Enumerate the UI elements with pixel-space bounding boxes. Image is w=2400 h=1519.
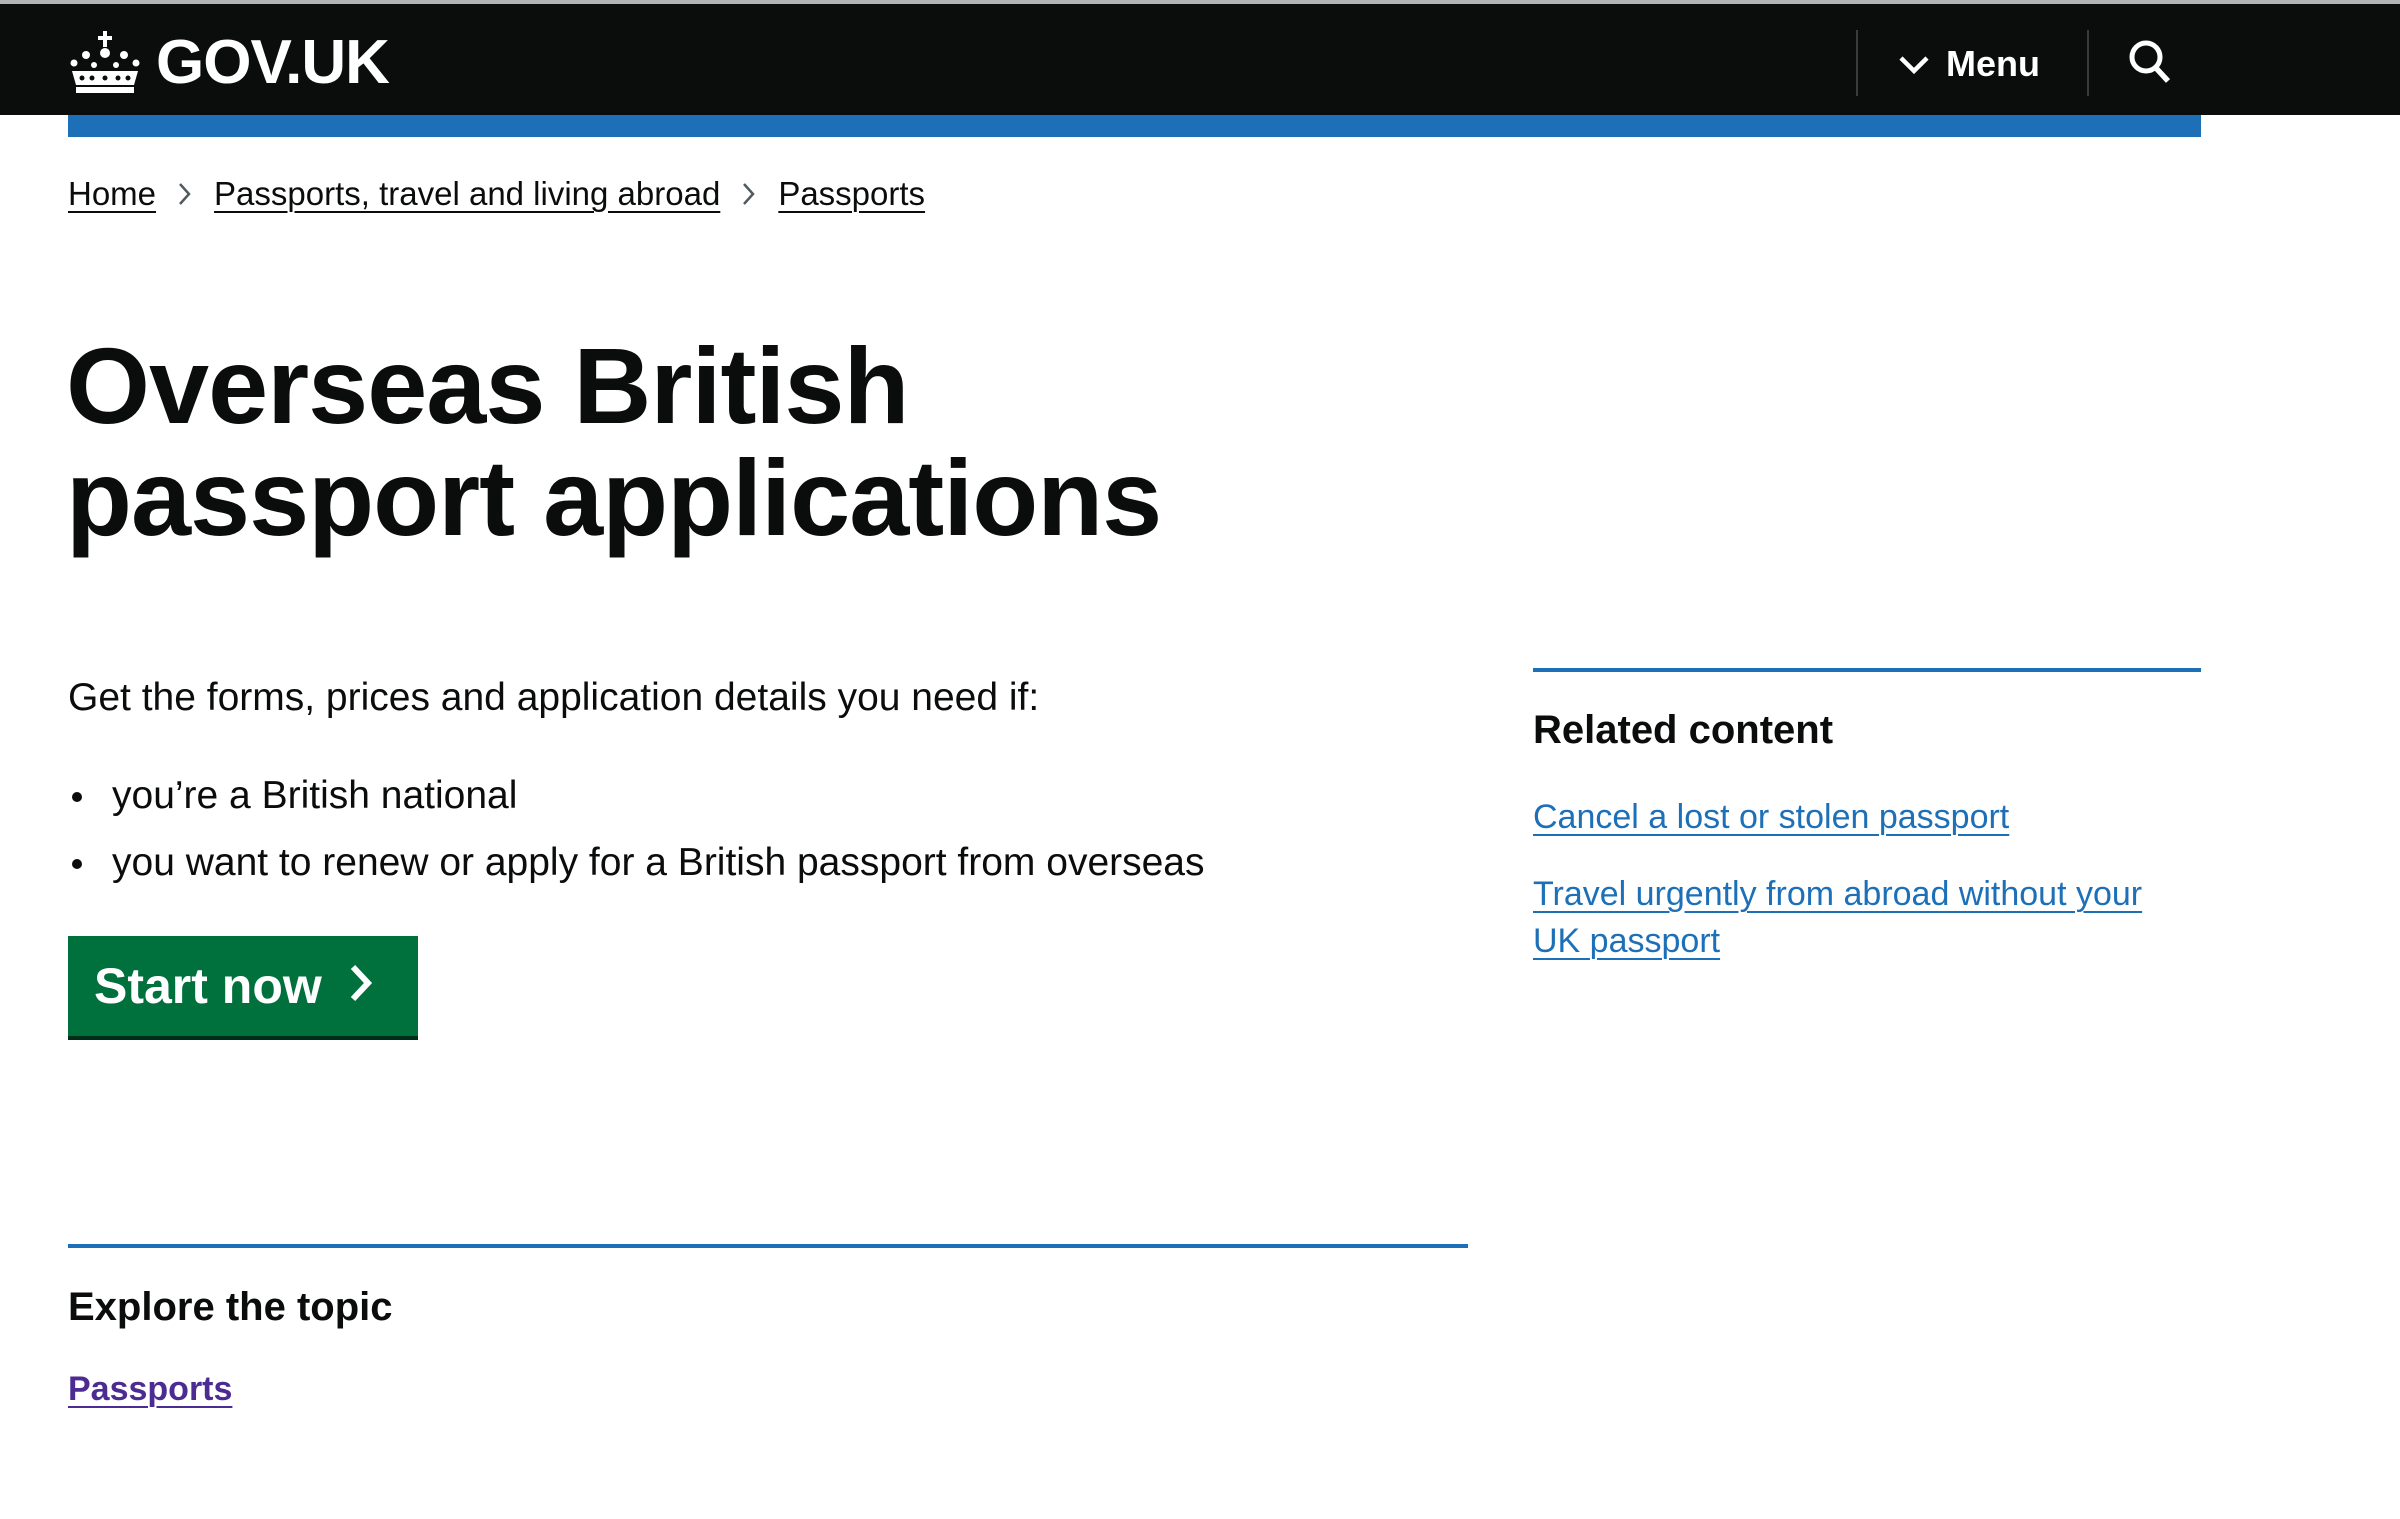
related-link-cancel-passport[interactable]: Cancel a lost or stolen passport xyxy=(1533,798,2009,836)
list-item: Travel urgently from abroad without your… xyxy=(1533,871,2173,965)
page-title: Overseas British passport applications xyxy=(66,325,1162,558)
start-now-button[interactable]: Start now xyxy=(68,936,418,1036)
related-link-travel-urgently[interactable]: Travel urgently from abroad without your… xyxy=(1533,875,2142,960)
list-item: you’re a British national xyxy=(68,770,1205,822)
explore-divider xyxy=(68,1244,1468,1248)
breadcrumb: Home Passports, travel and living abroad… xyxy=(68,170,925,218)
related-divider xyxy=(1533,668,2201,672)
breadcrumb-chevron-icon xyxy=(156,182,214,206)
breadcrumb-passports[interactable]: Passports xyxy=(778,175,925,213)
menu-button[interactable]: Menu xyxy=(1898,32,2040,96)
explore-link-passports[interactable]: Passports xyxy=(68,1370,232,1409)
list-item: Cancel a lost or stolen passport xyxy=(1533,794,2173,841)
crown-icon xyxy=(68,29,142,95)
start-button-label: Start now xyxy=(94,958,322,1014)
search-button[interactable] xyxy=(2118,32,2182,96)
govuk-logo-link[interactable]: GOV.UK xyxy=(68,24,390,100)
intro-text: Get the forms, prices and application de… xyxy=(68,676,1040,719)
explore-topic-heading: Explore the topic xyxy=(68,1285,393,1329)
header-blue-bar xyxy=(68,115,2201,137)
chevron-down-icon xyxy=(1898,43,1930,85)
menu-label: Menu xyxy=(1946,43,2040,84)
breadcrumb-chevron-icon xyxy=(720,182,778,206)
breadcrumb-passports-travel[interactable]: Passports, travel and living abroad xyxy=(214,175,720,213)
arrow-right-icon xyxy=(348,957,374,1015)
related-content-heading: Related content xyxy=(1533,708,1834,752)
logo-text: GOV.UK xyxy=(156,27,390,97)
site-header: GOV.UK Menu xyxy=(0,0,2400,115)
eligibility-list: you’re a British national you want to re… xyxy=(68,770,1205,904)
nav-divider xyxy=(2087,30,2089,96)
page: GOV.UK Menu Home Passports, travel and l… xyxy=(0,0,2400,1519)
list-item: you want to renew or apply for a British… xyxy=(68,837,1205,889)
related-links: Cancel a lost or stolen passport Travel … xyxy=(1533,794,2173,995)
search-icon xyxy=(2128,39,2172,90)
nav-divider xyxy=(1856,30,1858,96)
breadcrumb-home[interactable]: Home xyxy=(68,175,156,213)
